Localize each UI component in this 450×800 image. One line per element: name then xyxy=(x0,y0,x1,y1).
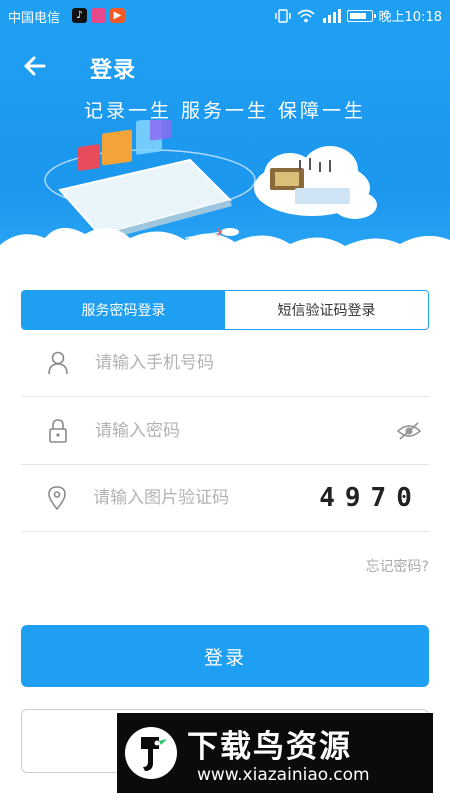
arrow-left-icon xyxy=(24,56,46,76)
wifi-icon xyxy=(297,9,315,22)
vibrate-icon xyxy=(274,8,291,23)
clock: 晚上10:18 xyxy=(378,10,442,25)
header-banner: 登录 记录一生 服务一生 保障一生 xyxy=(0,30,450,260)
battery-icon xyxy=(346,9,376,22)
watermark-banner: 下载鸟资源 www.xiazainiao.com xyxy=(117,713,433,793)
forgot-password-link[interactable]: 忘记密码? xyxy=(366,556,429,576)
status-bar: 中国电信 ♪ ▶ 晚上10:18 xyxy=(0,0,450,30)
tab-sms-login[interactable]: 短信验证码登录 xyxy=(225,291,428,329)
login-tabs: 服务密码登录 短信验证码登录 xyxy=(21,290,429,330)
cloud-graphic xyxy=(254,146,377,219)
slogan: 记录一生 服务一生 保障一生 xyxy=(83,100,367,122)
user-icon xyxy=(21,351,95,375)
bird-logo xyxy=(125,727,177,779)
eye-off-icon xyxy=(396,422,422,440)
phone-input[interactable] xyxy=(95,353,429,373)
page-title: 登录 xyxy=(90,58,137,83)
password-input[interactable] xyxy=(95,421,389,441)
captcha-row: 4970 xyxy=(21,465,429,532)
tab-password-login[interactable]: 服务密码登录 xyxy=(22,291,225,329)
signal-icon xyxy=(322,8,341,23)
tiktok-icon: ♪ xyxy=(72,8,87,23)
phone-row xyxy=(21,330,429,397)
captcha-input[interactable] xyxy=(93,488,313,508)
carrier-label: 中国电信 xyxy=(8,11,61,26)
watermark-url: www.xiazainiao.com xyxy=(197,765,370,785)
hero-illustration xyxy=(0,120,450,260)
show-password-toggle[interactable] xyxy=(389,421,429,441)
app-notification-icon xyxy=(91,8,106,23)
video-app-icon: ▶ xyxy=(110,8,125,23)
watermark-title: 下载鸟资源 xyxy=(187,729,352,765)
lock-icon xyxy=(21,419,95,443)
notification-icons: ♪ ▶ xyxy=(72,8,125,23)
back-button[interactable] xyxy=(18,48,54,84)
password-row xyxy=(21,398,429,465)
captcha-image[interactable]: 4970 xyxy=(312,478,429,518)
status-right: 晚上10:18 xyxy=(274,6,442,25)
location-pin-icon xyxy=(21,486,93,510)
login-button[interactable]: 登录 xyxy=(21,625,429,687)
